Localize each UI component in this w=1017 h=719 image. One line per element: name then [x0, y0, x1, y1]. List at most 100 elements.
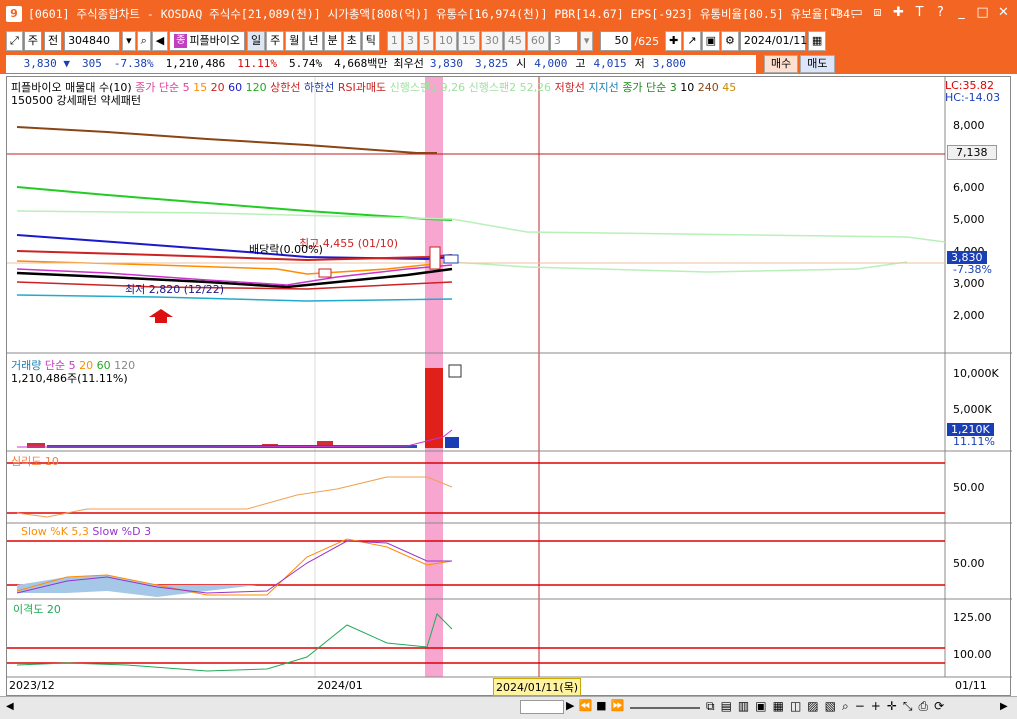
legend-slow-k[interactable]: Slow %K 5,3	[21, 525, 89, 538]
psych-legend[interactable]: 심리도 10	[11, 453, 59, 469]
legend-ma120[interactable]: 120	[246, 81, 267, 94]
prev-button[interactable]: 전	[43, 31, 63, 51]
rewind-icon[interactable]: ⏪	[578, 699, 592, 712]
help-icon[interactable]: ?	[933, 4, 948, 22]
date-input[interactable]: 2024/01/11	[739, 31, 807, 51]
draw-tool-icon[interactable]: ↗	[683, 31, 701, 51]
print-icon[interactable]: ⎙	[919, 699, 929, 714]
stock-name-box[interactable]: 종 피플바이오	[169, 31, 246, 51]
legend-slow-d[interactable]: Slow %D 3	[92, 525, 151, 538]
window-copy-icon[interactable]: ⧈	[870, 4, 885, 22]
font-size-icon[interactable]: T	[912, 4, 927, 22]
interval-1[interactable]: 1	[386, 31, 402, 51]
move-icon[interactable]: ✛	[887, 699, 897, 714]
interval-45[interactable]: 45	[503, 31, 526, 51]
legend-close-ma[interactable]: 종가 단순 5	[135, 81, 189, 94]
interval-15[interactable]: 15	[457, 31, 480, 51]
legend-lower[interactable]: 하한선	[304, 81, 334, 94]
legend-ma20[interactable]: 20	[211, 81, 225, 94]
refresh-icon[interactable]: ⟳	[934, 699, 944, 714]
legend-ma45[interactable]: 45	[722, 81, 736, 94]
settings-gear-icon[interactable]: ⚙	[721, 31, 739, 51]
close-icon[interactable]: ✕	[996, 4, 1011, 22]
legend-span1[interactable]: 신행스팬1 9,26	[390, 81, 465, 94]
tool-icon[interactable]: ⧉	[706, 699, 715, 714]
buy-button[interactable]: 매수	[764, 55, 799, 73]
legend-rsi[interactable]: RSI과매도	[338, 81, 386, 94]
save-icon[interactable]: ▣	[701, 31, 720, 51]
timeframe-day[interactable]: 일	[247, 31, 266, 51]
chart-svg[interactable]	[7, 77, 1012, 697]
price-tick: 8,000	[953, 119, 985, 132]
legend-resistance[interactable]: 저항선	[555, 81, 585, 94]
stop-icon[interactable]: ■	[596, 699, 606, 712]
legend-close-ma3[interactable]: 종가 단순 3	[622, 81, 676, 94]
quote-amount: 4,668백만	[334, 57, 388, 70]
zoom-slider[interactable]	[630, 707, 700, 709]
ma120-line	[16, 186, 453, 221]
calendar-icon[interactable]: ▦	[807, 31, 827, 51]
minimize-to-tray-icon[interactable]: ▭	[849, 4, 864, 22]
maximize-icon[interactable]: □	[975, 4, 990, 22]
tool-icon[interactable]: ▥	[738, 699, 749, 714]
indicator-icon[interactable]: ✚	[665, 31, 683, 51]
interval-3[interactable]: 3	[402, 31, 418, 51]
zoom-out-icon[interactable]: −	[855, 699, 865, 714]
legend-upper[interactable]: 상한선	[270, 81, 300, 94]
scroll-thumb[interactable]	[520, 700, 564, 714]
period-select[interactable]: 주	[23, 31, 42, 51]
timeframe-week[interactable]: 주	[266, 31, 285, 51]
minimize-icon[interactable]: _	[954, 4, 969, 22]
expand-icon[interactable]: ⤢	[6, 31, 23, 51]
sell-button[interactable]: 매도	[800, 55, 835, 73]
timeframe-year[interactable]: 년	[304, 31, 323, 51]
tool-icon[interactable]: ▤	[721, 699, 732, 714]
chart-area[interactable]: 피플바이오 매물대 수(10) 종가 단순 5 15 20 60 120 상한선…	[6, 76, 1012, 697]
count-input[interactable]: 50	[600, 31, 633, 51]
scroll-end-icon[interactable]: ▶	[1000, 701, 1008, 712]
legend-span2[interactable]: 신행스팬2 52,26	[469, 81, 551, 94]
chart-tools: ⧉ ▤ ▥ ▣ ▦ ◫ ▨ ▧ ⌕ − + ✛ ⤡ ⎙ ⟳	[706, 699, 944, 714]
search-icon[interactable]: ⌕	[136, 31, 151, 51]
bottom-scroll-bar[interactable]: ◀ ▶ ⏪ ■ ⏩ ⧉ ▤ ▥ ▣ ▦ ◫ ▨ ▧ ⌕ − + ✛ ⤡ ⎙ ⟳ …	[0, 696, 1017, 719]
quote-open: 4,000	[534, 57, 568, 70]
quote-high: 4,015	[593, 57, 627, 70]
speaker-icon[interactable]: ◀	[151, 31, 169, 51]
zoom-in-icon[interactable]: +	[871, 699, 881, 714]
interval-5[interactable]: 5	[418, 31, 434, 51]
timeframe-minute[interactable]: 분	[323, 31, 342, 51]
quote-volume-pct: 11.11%	[237, 57, 277, 70]
tool-icon[interactable]: ▨	[807, 699, 818, 714]
legend-ma15[interactable]: 15	[193, 81, 207, 94]
price-tick: 6,000	[953, 181, 985, 194]
link-icon[interactable]: ⧉	[828, 4, 843, 22]
timeframe-second[interactable]: 초	[342, 31, 361, 51]
tool-icon[interactable]: ▣	[755, 699, 766, 714]
stock-code-input[interactable]: 304840	[64, 31, 121, 51]
scroll-right-icon[interactable]: ▶	[566, 699, 574, 712]
legend-ma60[interactable]: 60	[228, 81, 242, 94]
timeframe-tick[interactable]: 틱	[361, 31, 380, 51]
interval-10[interactable]: 10	[434, 31, 457, 51]
pin-icon[interactable]: ✚	[891, 4, 906, 22]
zoom-icon[interactable]: ⌕	[842, 699, 849, 714]
cursor-icon[interactable]: ⤡	[903, 699, 913, 714]
tool-icon[interactable]: ◫	[790, 699, 801, 714]
interval-30[interactable]: 30	[480, 31, 503, 51]
interval-input[interactable]: 3	[549, 31, 578, 51]
legend-ma240[interactable]: 240	[698, 81, 719, 94]
table-icon[interactable]	[448, 364, 462, 378]
legend-ma10[interactable]: 10	[680, 81, 694, 94]
tool-icon[interactable]: ▧	[825, 699, 836, 714]
scroll-left-icon[interactable]: ◀	[6, 701, 14, 712]
disparity-legend[interactable]: 이격도 20	[13, 601, 61, 617]
tool-icon[interactable]: ▦	[773, 699, 784, 714]
interval-spin-icon[interactable]: ▾	[579, 31, 594, 51]
code-dropdown-icon[interactable]: ▾	[122, 31, 136, 51]
interval-60[interactable]: 60	[526, 31, 549, 51]
psych-tick: 50.00	[953, 481, 985, 494]
forward-icon[interactable]: ⏩	[611, 699, 625, 712]
legend-support[interactable]: 지지선	[588, 81, 618, 94]
quote-open-label: 시	[516, 57, 527, 70]
timeframe-month[interactable]: 월	[285, 31, 304, 51]
